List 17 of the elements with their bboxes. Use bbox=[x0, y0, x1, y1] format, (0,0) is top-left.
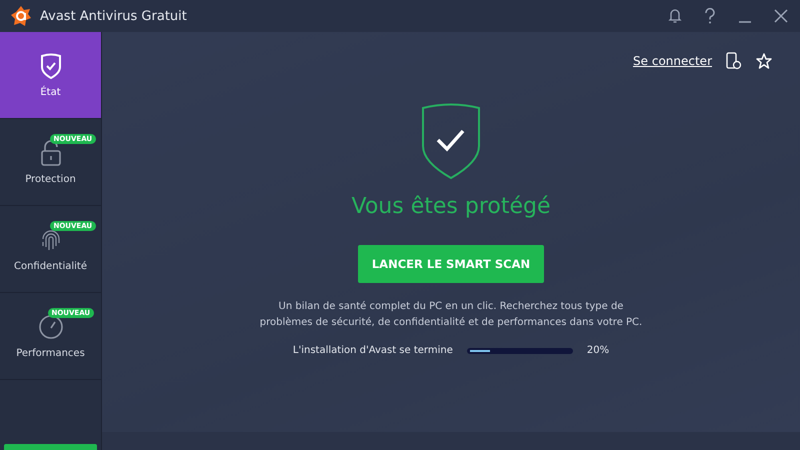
install-label: L'installation d'Avast se termine bbox=[292, 345, 453, 356]
logo-icon bbox=[10, 5, 32, 27]
phone-icon[interactable] bbox=[726, 52, 742, 70]
shield-icon bbox=[40, 52, 62, 78]
padlock-icon bbox=[40, 140, 62, 166]
star-icon[interactable] bbox=[756, 53, 772, 69]
close-icon[interactable] bbox=[774, 9, 788, 23]
status-heading: Vous êtes protégé bbox=[352, 194, 550, 219]
gauge-icon bbox=[38, 314, 64, 340]
shield-check-icon bbox=[419, 102, 483, 180]
progress-percent: 20% bbox=[586, 345, 610, 356]
help-icon[interactable] bbox=[704, 8, 716, 24]
sidebar-item[interactable]: État bbox=[0, 32, 101, 119]
scan-description: Un bilan de santé complet du PC en un clic. Recherchez tous type de problèmes de sécurité, de confidentialité et de performances dans votre PC. bbox=[258, 300, 644, 330]
window-title: Avast Antivirus Gratuit bbox=[40, 8, 187, 24]
sign-in-link[interactable]: Se connecter bbox=[633, 54, 712, 68]
bell-icon[interactable] bbox=[668, 8, 682, 24]
